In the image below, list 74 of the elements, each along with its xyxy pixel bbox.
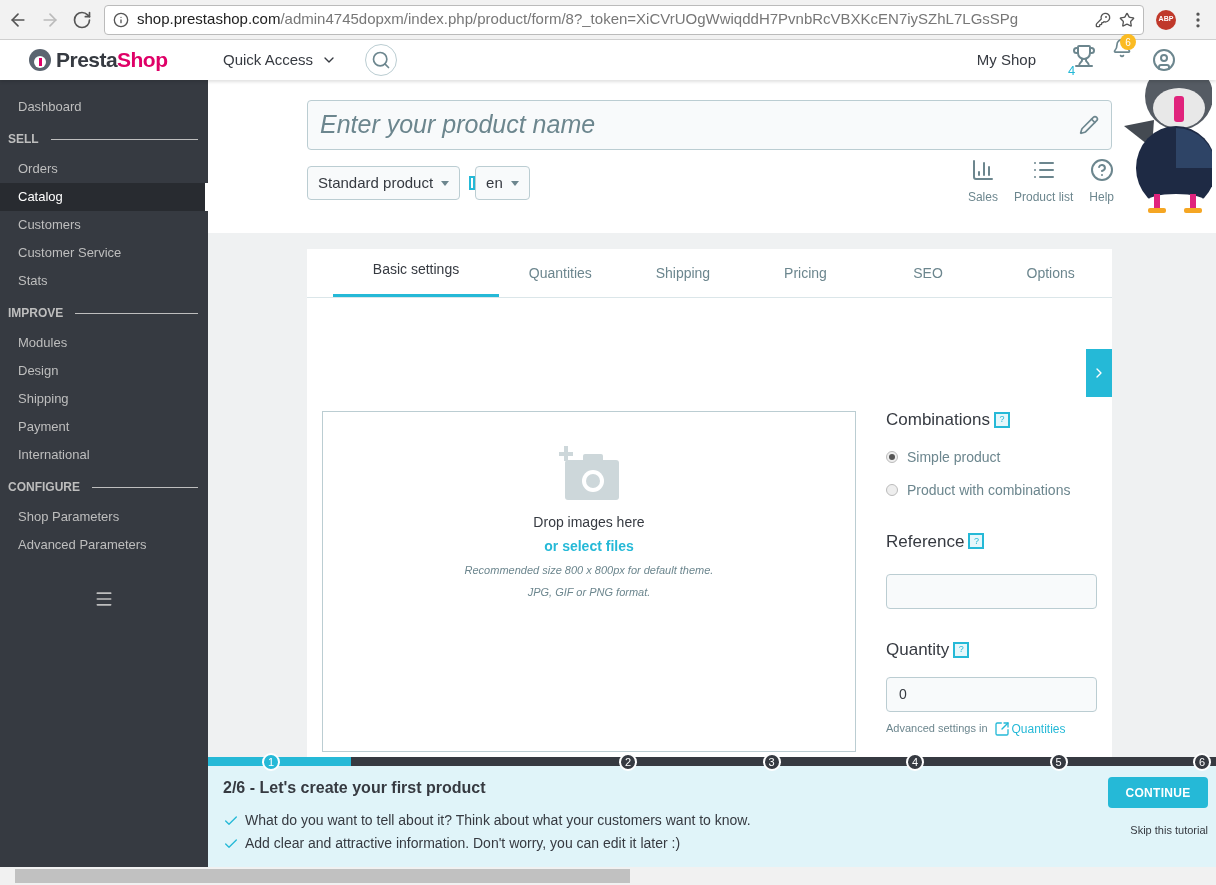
- sidebar-item[interactable]: Payment: [0, 413, 208, 441]
- toolbar-button[interactable]: Sales: [967, 158, 998, 206]
- section-heading: CONFIGURE: [8, 479, 80, 496]
- sidebar-item[interactable]: Customer Service: [0, 239, 208, 267]
- bar-chart-icon: [970, 158, 995, 182]
- tutorial-title: 2/6 - Let's create your first product: [223, 778, 487, 798]
- radio-option[interactable]: Product with combinations: [886, 479, 1097, 501]
- sidebar-item[interactable]: Orders: [0, 155, 208, 183]
- key-icon[interactable]: [1095, 11, 1111, 28]
- sidebar-item[interactable]: Shop Parameters: [0, 503, 208, 531]
- sidebar-item[interactable]: International: [0, 441, 208, 469]
- radio-button[interactable]: [886, 484, 898, 496]
- tab[interactable]: Quantities: [499, 249, 622, 297]
- tutorial-bullet: Add clear and attractive information. Don't worry, you can edit it later :): [245, 834, 681, 853]
- radio-option[interactable]: Simple product: [886, 446, 1097, 468]
- tab[interactable]: SEO: [866, 249, 990, 297]
- quantity-field[interactable]: 0: [886, 676, 1097, 712]
- help-icon: [1089, 158, 1114, 182]
- sidebar-item[interactable]: Advanced Parameters: [0, 531, 208, 559]
- external-link-icon: [993, 720, 1010, 737]
- scrollbar-thumb[interactable]: [15, 869, 630, 883]
- sidebar-item[interactable]: Customers: [0, 211, 208, 239]
- section-heading: IMPROVE: [8, 305, 64, 322]
- advanced-settings-text: Advanced settings in: [886, 721, 988, 737]
- step-marker[interactable]: 6: [1193, 753, 1211, 771]
- add-camera-icon: [559, 446, 619, 502]
- sidebar-item[interactable]: Modules: [0, 329, 208, 357]
- size-hint: Recommended size 800 x 800px for default theme.: [464, 563, 714, 578]
- puffin-logo-icon: [28, 48, 52, 72]
- product-name-input[interactable]: Enter your product name: [320, 106, 1079, 144]
- address-bar[interactable]: shop.prestashop.com/admin4745dopxm/index.php/product/form/8?_token=XiCVrUOgWwiqddH7PvnbRcVBXKcEN7iySZhL7LGsSPg: [104, 4, 1144, 35]
- trophy-icon[interactable]: [1072, 44, 1096, 68]
- menu-icon[interactable]: [94, 589, 114, 609]
- image-dropzone[interactable]: Drop images here or select files Recommended size 800 x 800px for default theme. JPG, GIF or PNG format.: [322, 411, 856, 752]
- sidebar-item[interactable]: Dashboard: [0, 93, 208, 121]
- field-label: Combinations: [886, 409, 990, 431]
- bookmark-star-icon[interactable]: [1119, 11, 1135, 28]
- quick-access-button[interactable]: Quick Access: [223, 48, 338, 72]
- toolbar-button[interactable]: Product list: [1013, 158, 1074, 206]
- reference-field[interactable]: [886, 574, 1097, 609]
- edit-icon: [1079, 115, 1099, 135]
- format-hint: JPG, GIF or PNG format.: [527, 584, 651, 600]
- bell-icon[interactable]: [1112, 38, 1132, 58]
- sidebar-item[interactable]: Shipping: [0, 385, 208, 413]
- tab[interactable]: Options: [989, 249, 1112, 297]
- field-label: Reference: [886, 530, 965, 553]
- skip-tutorial-link[interactable]: Skip this tutorial: [1130, 822, 1208, 839]
- step-marker[interactable]: 2: [619, 753, 637, 771]
- radio-button[interactable]: [886, 451, 898, 463]
- user-icon[interactable]: [1152, 48, 1176, 72]
- language-select[interactable]: en: [475, 166, 530, 200]
- notification-badge: 6: [1120, 34, 1136, 50]
- section-heading: SELL: [8, 131, 39, 148]
- trophy-count: 4: [1068, 64, 1076, 77]
- search-icon: [371, 50, 392, 70]
- shop-name[interactable]: My Shop: [976, 48, 1036, 72]
- step-marker[interactable]: 4: [906, 753, 924, 771]
- tab[interactable]: Basic settings: [333, 249, 499, 297]
- url-text: shop.prestashop.com/admin4745dopxm/index.php/product/form/8?_token=XiCVrUOgWwiqddH7PvnbRcVBXKcEN7iySZhL7LGsSPg: [137, 9, 1020, 30]
- sidebar-item[interactable]: Stats: [0, 267, 208, 295]
- product-name-field[interactable]: Enter your product name: [307, 100, 1112, 150]
- toolbar-button[interactable]: Help: [1089, 158, 1114, 206]
- tab[interactable]: Shipping: [621, 249, 745, 297]
- drop-title: Drop images here: [533, 513, 645, 532]
- product-type-select[interactable]: Standard product: [307, 166, 461, 200]
- field-label: Quantity: [886, 639, 950, 661]
- tutorial-bullet: What do you want to tell about it? Think about what your customers want to know.: [245, 811, 751, 830]
- sidebar-item[interactable]: Catalog: [0, 183, 208, 211]
- sidebar-item[interactable]: Design: [0, 357, 208, 385]
- info-icon: [113, 11, 129, 28]
- horizontal-scrollbar[interactable]: [0, 867, 1216, 885]
- reload-icon[interactable]: [72, 9, 92, 30]
- tab[interactable]: Pricing: [744, 249, 867, 297]
- logo[interactable]: PrestaShop: [0, 44, 208, 76]
